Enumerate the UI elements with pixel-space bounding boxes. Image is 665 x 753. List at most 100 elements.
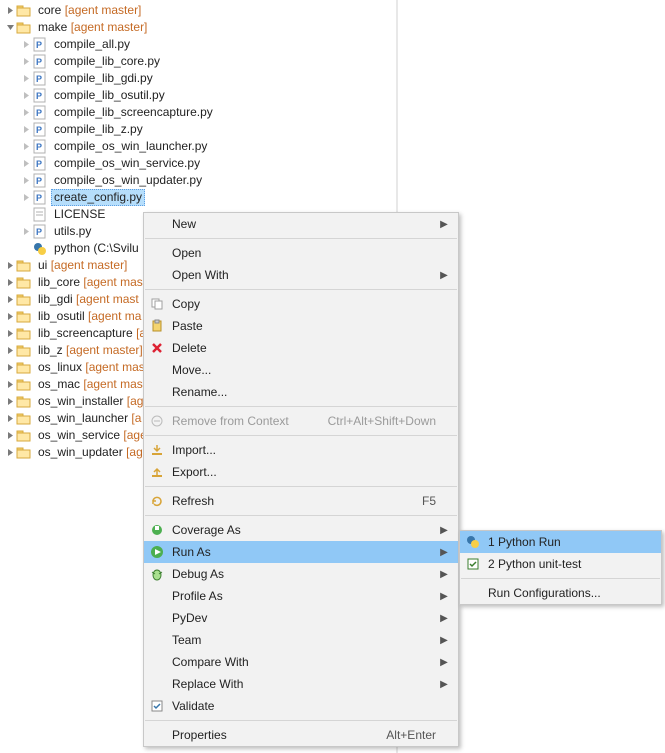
menu-item-open[interactable]: Open [144,242,458,264]
tree-label: python (C:\Svilu [54,240,139,257]
tree-label: compile_lib_z.py [54,121,143,138]
tree-item-create-config[interactable]: Pcreate_config.py [20,189,665,206]
expand-icon[interactable] [4,2,16,19]
folder-icon [16,292,32,308]
tree-item-file[interactable]: Pcompile_lib_gdi.py [20,70,665,87]
tree-label: os_mac [38,376,80,393]
tree-label: lib_core [38,274,80,291]
svg-text:P: P [36,74,42,84]
expand-icon[interactable] [4,376,16,393]
expand-icon[interactable] [4,359,16,376]
menu-item-import[interactable]: Import... [144,439,458,461]
menu-item-compare-with[interactable]: Compare With▶ [144,651,458,673]
branch-tag: [ag [126,444,143,461]
delete-icon [144,341,170,355]
svg-text:P: P [36,40,42,50]
expand-icon[interactable] [20,104,32,121]
expand-icon[interactable] [4,274,16,291]
python-file-icon: P [32,224,48,240]
python-file-icon: P [32,122,48,138]
expand-icon[interactable] [20,70,32,87]
tree-item-file[interactable]: Pcompile_lib_z.py [20,121,665,138]
expand-icon[interactable] [4,444,16,461]
tree-item-file[interactable]: Pcompile_os_win_launcher.py [20,138,665,155]
tree-label: lib_z [38,342,63,359]
menu-item-remove-from-context[interactable]: Remove from ContextCtrl+Alt+Shift+Down [144,410,458,432]
submenu-arrow-icon: ▶ [438,219,450,230]
python-interpreter-icon [32,241,48,257]
expand-icon[interactable] [20,223,32,240]
context-menu: New▶ Open Open With▶ Copy Paste Delete M… [143,212,459,747]
menu-separator [145,238,457,239]
menu-item-pydev[interactable]: PyDev▶ [144,607,458,629]
tree-item-core[interactable]: core [agent master] [4,2,665,19]
folder-icon [16,394,32,410]
folder-icon [16,343,32,359]
expand-icon[interactable] [20,138,32,155]
expand-icon[interactable] [4,308,16,325]
svg-text:P: P [36,159,42,169]
tree-item-make[interactable]: make [agent master] [4,19,665,36]
menu-item-rename[interactable]: Rename... [144,381,458,403]
expand-icon[interactable] [4,393,16,410]
paste-icon [144,319,170,333]
menu-item-run-as[interactable]: Run As▶ [144,541,458,563]
folder-icon [16,428,32,444]
expand-icon[interactable] [4,291,16,308]
expand-icon[interactable] [20,172,32,189]
submenu-arrow-icon: ▶ [438,525,450,536]
menu-item-profile-as[interactable]: Profile As▶ [144,585,458,607]
run-icon [144,545,170,559]
tree-item-file[interactable]: Pcompile_all.py [20,36,665,53]
menu-item-open-with[interactable]: Open With▶ [144,264,458,286]
expand-icon[interactable] [4,325,16,342]
menu-item-debug-as[interactable]: Debug As▶ [144,563,458,585]
expand-icon[interactable] [4,257,16,274]
expand-icon[interactable] [20,121,32,138]
expand-icon[interactable] [20,53,32,70]
menu-item-delete[interactable]: Delete [144,337,458,359]
expand-icon[interactable] [20,189,32,206]
menu-item-coverage-as[interactable]: Coverage As▶ [144,519,458,541]
collapse-icon[interactable] [4,19,16,36]
branch-tag: [agent master] [51,257,128,274]
menu-item-copy[interactable]: Copy [144,293,458,315]
tree-item-file[interactable]: Pcompile_os_win_updater.py [20,172,665,189]
tree-item-file[interactable]: Pcompile_lib_osutil.py [20,87,665,104]
branch-tag: [agent mas [83,376,142,393]
menu-item-properties[interactable]: PropertiesAlt+Enter [144,724,458,746]
menu-separator [145,486,457,487]
python-file-icon: P [32,190,48,206]
tree-item-file[interactable]: Pcompile_lib_screencapture.py [20,104,665,121]
expand-icon[interactable] [4,410,16,427]
python-file-icon: P [32,71,48,87]
expand-icon[interactable] [20,36,32,53]
submenu-item-run-configurations[interactable]: Run Configurations... [460,582,661,604]
tree-item-file[interactable]: Pcompile_os_win_service.py [20,155,665,172]
tree-label: LICENSE [54,206,105,223]
menu-item-validate[interactable]: Validate [144,695,458,717]
menu-item-paste[interactable]: Paste [144,315,458,337]
python-file-icon: P [32,37,48,53]
expand-icon[interactable] [20,87,32,104]
expand-icon[interactable] [20,155,32,172]
svg-text:P: P [36,176,42,186]
tree-item-file[interactable]: Pcompile_lib_core.py [20,53,665,70]
python-file-icon: P [32,173,48,189]
tree-label: lib_screencapture [38,325,133,342]
svg-text:P: P [36,91,42,101]
expand-icon[interactable] [4,427,16,444]
menu-item-refresh[interactable]: RefreshF5 [144,490,458,512]
submenu-item-python-unittest[interactable]: 2 Python unit-test [460,553,661,575]
menu-item-replace-with[interactable]: Replace With▶ [144,673,458,695]
menu-item-move[interactable]: Move... [144,359,458,381]
shortcut-label: Alt+Enter [386,728,438,742]
submenu-arrow-icon: ▶ [438,591,450,602]
tree-label: compile_os_win_updater.py [54,172,202,189]
submenu-item-python-run[interactable]: 1 Python Run [460,531,661,553]
folder-icon [16,275,32,291]
menu-item-team[interactable]: Team▶ [144,629,458,651]
menu-item-new[interactable]: New▶ [144,213,458,235]
expand-icon[interactable] [4,342,16,359]
menu-item-export[interactable]: Export... [144,461,458,483]
